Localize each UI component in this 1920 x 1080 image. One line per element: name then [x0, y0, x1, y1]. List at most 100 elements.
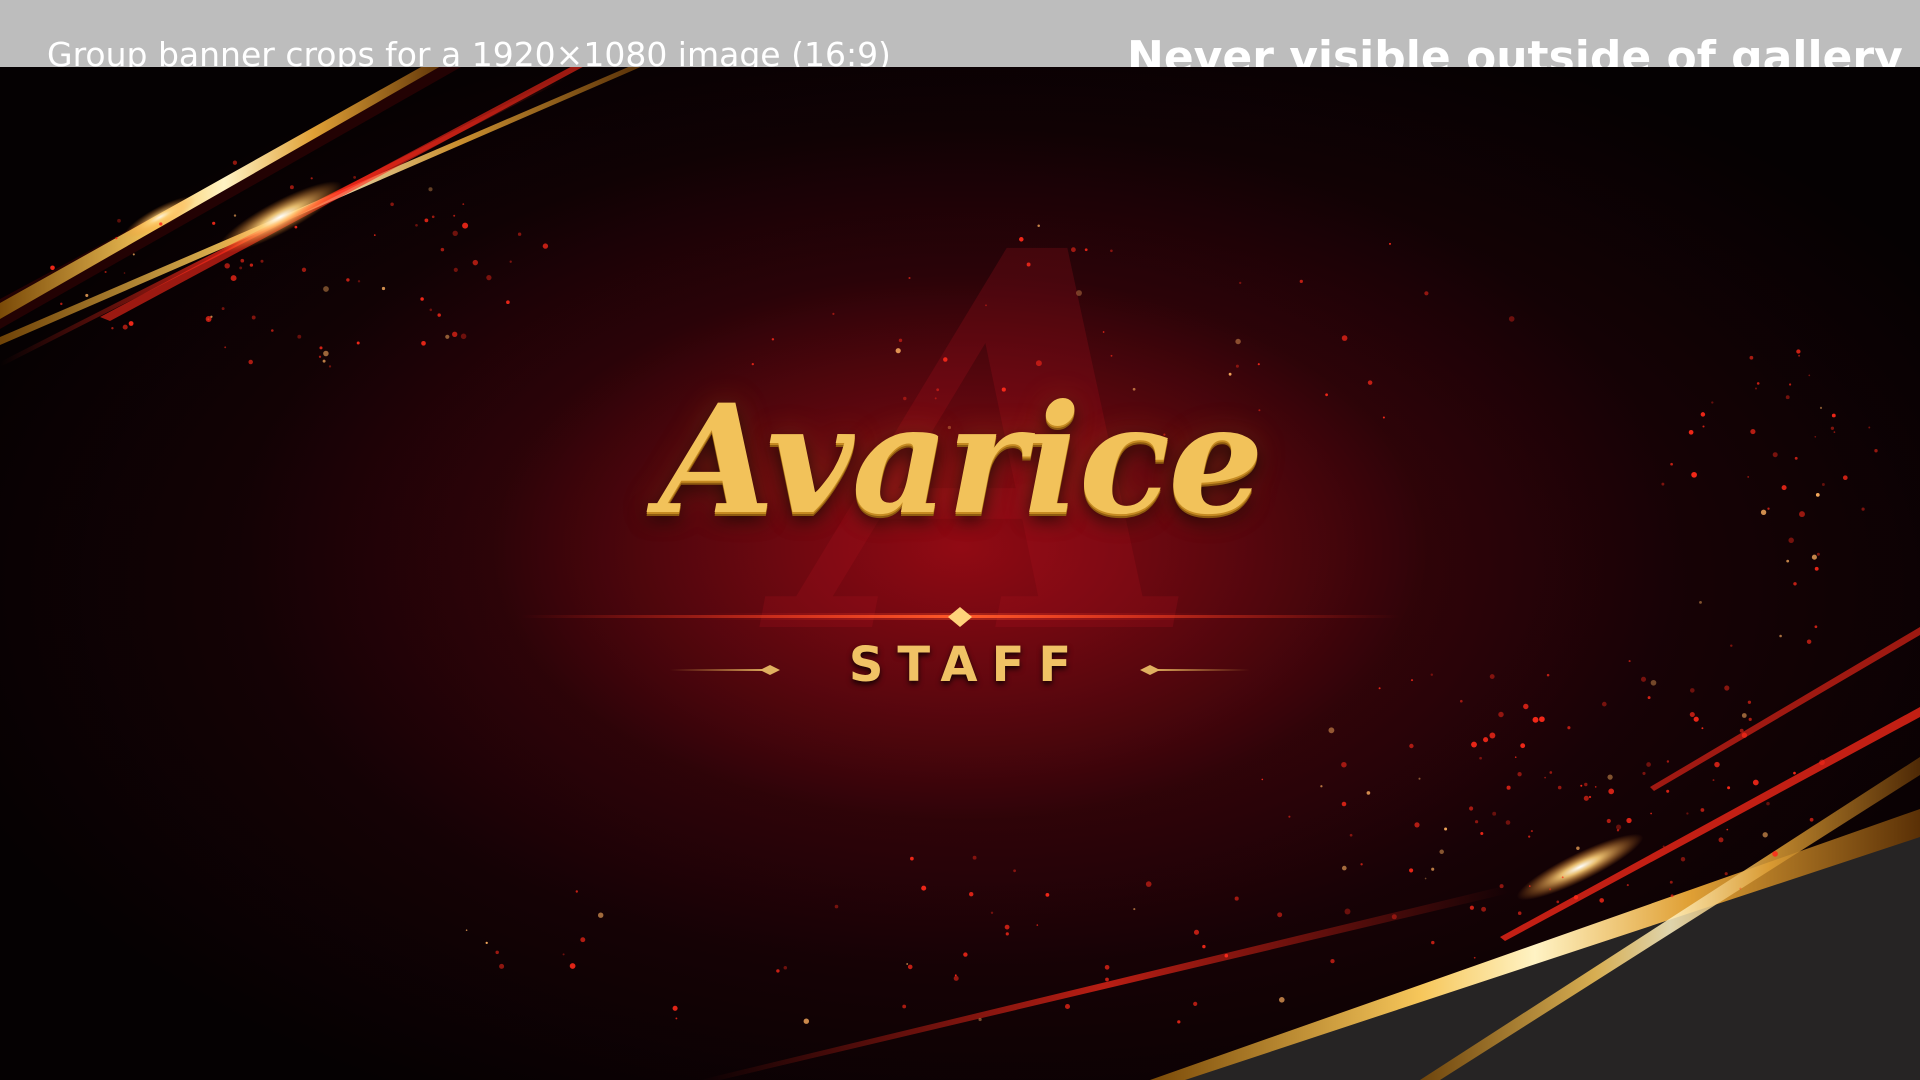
sparkle-particle [1819, 759, 1825, 766]
sparkle-particle [353, 175, 357, 179]
sparkle-particle [968, 891, 974, 897]
sparkle-particle [1193, 1001, 1198, 1006]
sparkle-particle [1277, 912, 1283, 918]
sparkle-particle [1741, 732, 1748, 738]
sparkle-particle [1414, 822, 1420, 828]
sparkle-particle [1712, 779, 1715, 782]
sparkle-particle [1762, 832, 1768, 838]
sparkle-particle [128, 321, 134, 326]
sparkle-particle [465, 929, 468, 931]
sparkle-particle [1424, 877, 1427, 880]
sparkle-particle [1439, 849, 1444, 855]
sparkle-particle [1727, 786, 1731, 790]
sparkle-particle [580, 937, 586, 943]
sparkle-particle [224, 346, 227, 349]
sparkle-particle [1341, 761, 1347, 768]
sparkle-particle [1662, 845, 1665, 848]
sparkle-particle [1693, 716, 1699, 722]
sparkle-particle [1669, 880, 1673, 884]
sparkle-particle [1344, 908, 1351, 915]
sparkle-particle [1594, 786, 1597, 788]
sparkle-particle [1557, 785, 1562, 790]
sparkle-particle [1599, 898, 1605, 903]
sparkle-particle [1567, 726, 1571, 730]
sparkle-particle [1747, 700, 1752, 704]
sparkle-particle [1508, 316, 1515, 322]
sparkle-particle [1105, 977, 1109, 982]
sparkle-particle [1793, 771, 1796, 775]
sparkle-particle [1650, 812, 1652, 815]
sparkle-particle [1816, 552, 1820, 556]
crop-guide-header: Group banner crops for a 1920×1080 image… [0, 0, 1920, 67]
sparkle-particle [1035, 360, 1042, 367]
sparkle-particle [895, 348, 901, 354]
sparkle-particle [1366, 791, 1371, 795]
sparkle-particle [297, 334, 302, 339]
sparkle-particle [1616, 824, 1622, 830]
sparkle-particle [485, 941, 488, 945]
sparkle-particle [803, 1018, 810, 1024]
sparkle-particle [1666, 789, 1670, 793]
sparkle-particle [452, 230, 458, 236]
sparkle-particle [104, 270, 107, 274]
sparkle-particle [322, 359, 326, 363]
sparkle-particle [1084, 248, 1088, 252]
sparkle-particle [1714, 761, 1720, 768]
sparkle-particle [373, 234, 376, 236]
sparkle-particle [1234, 896, 1239, 901]
sparkle-particle [1699, 601, 1702, 604]
sparkle-particle [1530, 830, 1533, 833]
sparkle-particle [972, 855, 977, 860]
sparkle-particle [1110, 354, 1113, 357]
sparkle-particle [381, 286, 386, 291]
sparkle-particle [1607, 774, 1613, 780]
sparkle-particle [1145, 881, 1152, 887]
sparkle-particle [460, 333, 467, 340]
sparkle-particle [751, 362, 754, 366]
sparkle-particle [1235, 338, 1241, 345]
sparkle-particle [1724, 872, 1728, 876]
sparkle-particle [1814, 625, 1818, 629]
sparkle-particle [115, 237, 118, 240]
sparkle-particle [1647, 696, 1651, 700]
sparkle-particle [328, 365, 332, 368]
sparkle-particle [985, 304, 987, 307]
sparkle-particle [1045, 893, 1050, 897]
sparkle-particle [832, 312, 835, 315]
sparkle-particle [132, 253, 135, 256]
sparkle-particle [424, 218, 429, 223]
sparkle-particle [1786, 559, 1790, 563]
sparkle-particle [495, 950, 499, 955]
sparkle-particle [232, 160, 238, 165]
sparkle-particle [1328, 727, 1335, 734]
sparkle-particle [1104, 964, 1110, 970]
sparkle-particle [1549, 771, 1553, 774]
sparkle-particle [1492, 811, 1497, 816]
sparkle-particle [452, 331, 458, 337]
sparkle-particle [230, 275, 237, 282]
sparkle-particle [1389, 242, 1391, 245]
sparkle-particle [240, 258, 245, 263]
sparkle-particle [117, 218, 121, 223]
sparkle-particle [1224, 953, 1229, 958]
sparkle-particle [1514, 756, 1517, 759]
sparkle-particle [1561, 876, 1564, 879]
sparkle-particle [1064, 1003, 1071, 1010]
sparkle-particle [420, 297, 424, 301]
sparkle-particle [834, 904, 839, 909]
sparkle-particle [908, 276, 911, 280]
sparkle-particle [318, 355, 322, 358]
sparkle-particle [1601, 701, 1607, 707]
sparkle-particle [1036, 924, 1039, 926]
sparkle-particle [1752, 779, 1759, 786]
sparkle-particle [776, 969, 780, 973]
sparkle-particle [1279, 997, 1285, 1003]
sparkle-particle [1483, 737, 1489, 743]
sparkle-particle [1505, 820, 1511, 825]
group-banner-image: A Avarice STAFF [0, 67, 1920, 1080]
sparkle-particle [1498, 711, 1504, 718]
sparkle-particle [902, 1004, 907, 1009]
sparkle-particle [462, 222, 469, 229]
sparkle-particle [499, 963, 505, 969]
sparkle-particle [421, 340, 426, 346]
